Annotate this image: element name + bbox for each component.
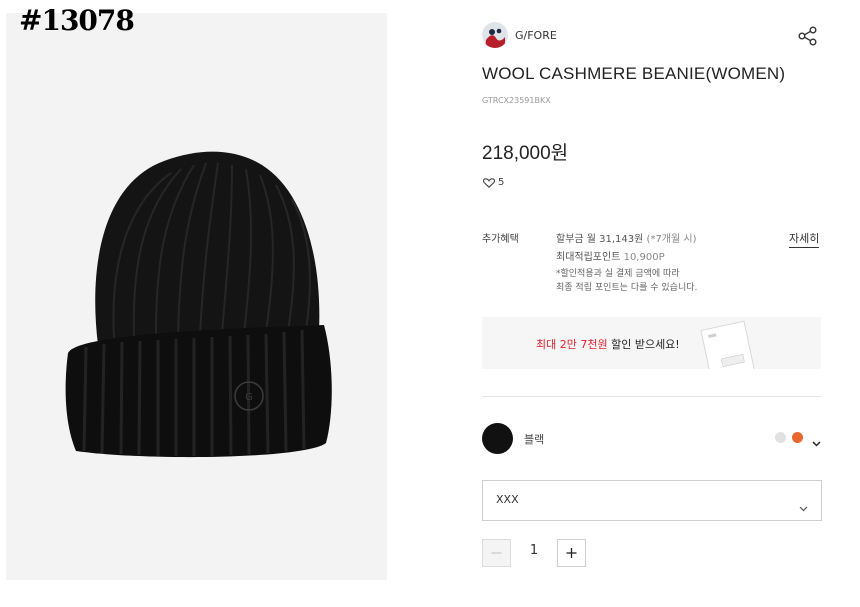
points-note: *할인적용과 실 결제 금액에 따라 최종 적립 포인트는 다를 수 있습니다. bbox=[556, 267, 697, 295]
coupon-card-illustration bbox=[700, 320, 755, 369]
size-select[interactable]: XXX bbox=[482, 480, 822, 521]
heart-icon bbox=[482, 173, 496, 192]
color-name: 블랙 bbox=[524, 433, 545, 446]
brand-row[interactable]: G/FORE bbox=[482, 22, 557, 48]
points-note-line1: *할인적용과 실 결제 금액에 따라 bbox=[556, 269, 680, 279]
points-value: 10,900P bbox=[620, 252, 665, 263]
size-selected-value: XXX bbox=[496, 493, 519, 506]
coupon-message: 할인 받으세요! bbox=[607, 338, 680, 351]
chevron-down-icon bbox=[799, 497, 808, 516]
installment-info: 할부금 월 31,143원 (*7개월 시) bbox=[556, 230, 696, 245]
product-code: GTRCX23591BKX bbox=[482, 96, 551, 105]
wish-count: 5 bbox=[498, 177, 505, 188]
product-title: WOOL CASHMERE BEANIE(WOMEN) bbox=[482, 64, 786, 83]
installment-amount: 할부금 월 31,143원 bbox=[556, 234, 644, 245]
color-swatch-orange[interactable] bbox=[792, 432, 803, 443]
color-swatch-black[interactable] bbox=[482, 423, 513, 454]
section-divider bbox=[482, 396, 821, 397]
coupon-text: 최대 2만 7천원 할인 받으세요! bbox=[536, 336, 680, 352]
benefit-label: 추가혜택 bbox=[482, 234, 519, 245]
svg-text:G: G bbox=[245, 392, 253, 403]
quantity-value[interactable]: 1 bbox=[524, 543, 544, 558]
detail-link[interactable]: 자세히 bbox=[789, 230, 820, 248]
points-note-line2: 최종 적립 포인트는 다를 수 있습니다. bbox=[556, 283, 698, 293]
brand-logo-icon bbox=[482, 22, 508, 48]
coupon-banner[interactable]: 최대 2만 7천원 할인 받으세요! bbox=[482, 317, 821, 369]
brand-name[interactable]: G/FORE bbox=[515, 29, 557, 42]
coupon-highlight: 최대 2만 7천원 bbox=[536, 338, 608, 351]
wish-button[interactable]: 5 bbox=[482, 173, 505, 192]
quantity-decrease-button[interactable] bbox=[482, 539, 511, 567]
installment-note: (*7개월 시) bbox=[643, 234, 697, 245]
points-label: 최대적립포인트 bbox=[556, 252, 621, 263]
overlay-id-label: #13078 bbox=[19, 4, 135, 37]
share-icon[interactable] bbox=[797, 25, 819, 47]
color-swatch-gray[interactable] bbox=[775, 432, 786, 443]
product-image[interactable]: G bbox=[6, 13, 387, 580]
product-price: 218,000원 bbox=[482, 143, 569, 164]
points-info: 최대적립포인트 10,900P bbox=[556, 248, 665, 263]
quantity-increase-button[interactable] bbox=[557, 539, 586, 567]
color-option[interactable]: 블랙 bbox=[482, 423, 823, 454]
beanie-illustration: G bbox=[65, 151, 332, 458]
chevron-down-icon[interactable] bbox=[812, 432, 821, 451]
